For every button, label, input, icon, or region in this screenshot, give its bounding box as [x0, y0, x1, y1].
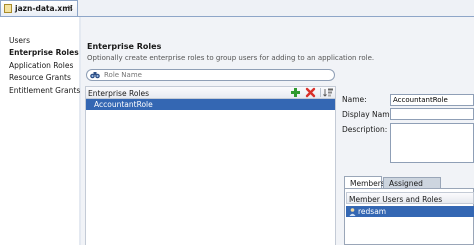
xml-file-icon — [4, 4, 12, 13]
tab-members-label: Members — [350, 179, 385, 188]
tab-members[interactable]: Members — [344, 176, 385, 188]
file-tab[interactable]: jazn-data.xml × — [0, 0, 78, 16]
members-list-header: Member Users and Roles — [346, 192, 474, 204]
close-tab-icon[interactable]: × — [67, 3, 74, 12]
user-icon — [349, 208, 356, 216]
role-name: AccountantRole — [94, 100, 153, 109]
sort-icon[interactable] — [323, 87, 334, 98]
roles-list-header-label: Enterprise Roles — [88, 89, 150, 98]
name-label: Name: — [342, 95, 367, 104]
list-item[interactable]: AccountantRole — [86, 99, 335, 110]
toolbar-divider — [320, 88, 321, 97]
sidebar-item-enterprise-roles[interactable]: Enterprise Roles — [9, 48, 79, 57]
name-field[interactable] — [390, 94, 474, 106]
list-item[interactable]: redsam — [346, 206, 474, 217]
description-label: Description: — [342, 125, 388, 134]
sidebar-item-entitlement-grants[interactable]: Entitlement Grants — [9, 86, 80, 95]
page-subtitle: Optionally create enterprise roles to gr… — [87, 54, 375, 62]
member-name: redsam — [358, 207, 387, 216]
display-name-field[interactable] — [390, 108, 474, 120]
plus-icon[interactable] — [290, 87, 301, 98]
search-input[interactable] — [104, 70, 324, 80]
x-icon[interactable] — [305, 87, 316, 98]
page-title: Enterprise Roles — [87, 42, 162, 51]
sidebar-item-resource-grants[interactable]: Resource Grants — [9, 73, 71, 82]
members-list-header-label: Member Users and Roles — [349, 195, 443, 204]
binoculars-icon[interactable] — [90, 71, 100, 79]
tab-assigned-roles[interactable]: Assigned Roles — [383, 177, 441, 197]
sidebar-item-application-roles[interactable]: Application Roles — [9, 61, 73, 70]
sidebar-item-users[interactable]: Users — [9, 36, 30, 45]
display-name-label: Display Name: — [342, 110, 397, 119]
file-tab-label: jazn-data.xml — [15, 4, 73, 13]
description-field[interactable] — [390, 123, 474, 163]
roles-list — [85, 99, 336, 245]
